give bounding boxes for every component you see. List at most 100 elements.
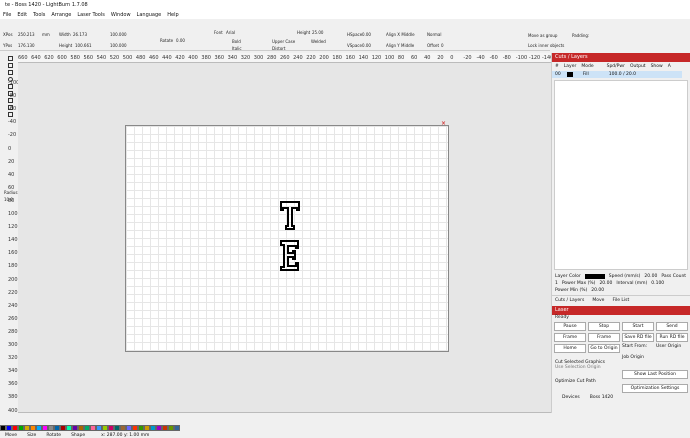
start-from-label: Start From: (622, 344, 648, 349)
select-tool-icon[interactable] (8, 56, 13, 61)
home-frame-button[interactable]: Frame (554, 333, 586, 342)
ruler-left-tick: 160 (8, 250, 18, 257)
menu-edit[interactable]: Edit (17, 12, 27, 18)
ruler-top-tick: 160 (345, 55, 356, 61)
height-input[interactable]: 100.661 (75, 43, 92, 48)
normal-select[interactable]: Normal (427, 32, 441, 37)
start-button[interactable]: Start (622, 322, 654, 331)
upper-case-checkbox[interactable]: Upper Case (272, 39, 295, 44)
ruler-left-tick: 260 (8, 315, 18, 322)
unit-label: mm (42, 32, 50, 37)
text-shapes[interactable] (279, 199, 301, 275)
window-title: te - Boss 1420 - LightBurn 1.7.08 (5, 2, 88, 8)
rotate-input[interactable]: 0.00 (176, 38, 185, 43)
menu-help[interactable]: Help (167, 12, 178, 18)
menu-laser-tools[interactable]: Laser Tools (77, 12, 105, 18)
tab-file-list[interactable]: File List (612, 298, 629, 303)
ruler-top-tick: 0 (450, 55, 454, 61)
run-rd-button[interactable]: Run RD file (656, 333, 688, 342)
stop-button[interactable]: Stop (588, 322, 620, 331)
col-spd: Spd/Pwr (606, 64, 625, 69)
panel-tabs: Cuts / Layers Move File List (552, 295, 690, 305)
device-row: Devices Boss 1420 (552, 393, 690, 402)
hspace-label: HSpace (347, 32, 363, 37)
text-height-label: Height (297, 30, 311, 35)
menu-arrange[interactable]: Arrange (51, 12, 71, 18)
menu-language[interactable]: Language (137, 12, 162, 18)
ruler-left-tick: 340 (8, 368, 18, 375)
ruler-top-tick: -140 (542, 55, 551, 61)
padding-label: Padding: (572, 33, 590, 38)
welded-checkbox[interactable]: Welded (311, 39, 326, 44)
distort-checkbox[interactable]: Distort (272, 46, 286, 51)
send-button[interactable]: Send (656, 322, 688, 331)
device-select[interactable]: Boss 1420 (590, 395, 613, 400)
font-select[interactable]: Arial (226, 30, 235, 35)
palette-swatch[interactable] (174, 425, 180, 431)
frame-button[interactable]: Frame (588, 333, 620, 342)
optimization-settings-button[interactable]: Optimization Settings (622, 384, 688, 393)
ruler-top-tick: -20 (463, 55, 472, 61)
devices-button[interactable]: Devices (562, 395, 580, 400)
menu-bar: File Edit Tools Arrange Laser Tools Wind… (0, 10, 690, 19)
menu-window[interactable]: Window (111, 12, 131, 18)
menu-file[interactable]: File (3, 12, 11, 18)
ruler-left-tick: 240 (8, 302, 18, 309)
pmax-input[interactable]: 20.00 (599, 281, 612, 286)
layer-row[interactable]: 00 Fill 100.0 / 20.0 (552, 71, 682, 78)
layer-mode[interactable]: Fill (583, 72, 589, 77)
status-tab-size[interactable]: Size (27, 433, 36, 438)
col-num: # (555, 64, 559, 69)
status-tab-move[interactable]: Move (5, 433, 17, 438)
col-output: Output (629, 64, 646, 69)
interval-input[interactable]: 0.100 (651, 281, 664, 286)
ruler-top-tick: 640 (31, 55, 41, 61)
width-input[interactable]: 26.173 (73, 32, 87, 37)
ruler-left-tick: 180 (8, 263, 18, 270)
italic-checkbox[interactable]: Italic (232, 46, 242, 51)
speed-input[interactable]: 20.00 (644, 274, 657, 279)
text-height-input[interactable]: 25.00 (312, 30, 323, 35)
home-button[interactable]: Home (554, 344, 586, 353)
pct-width-input[interactable]: 100.000 (110, 32, 127, 37)
pass-input[interactable]: 1 (555, 281, 558, 286)
start-from-select[interactable]: User Origin (656, 344, 688, 353)
bold-checkbox[interactable]: Bold (232, 39, 241, 44)
color-palette (0, 425, 180, 431)
show-last-position-button[interactable]: Show Last Position (622, 370, 688, 379)
ruler-left-tick: -20 (8, 132, 17, 139)
lock-inner-checkbox[interactable]: Lock inner objects (528, 43, 564, 48)
save-rd-button[interactable]: Save RD file (622, 333, 654, 342)
pct-height-input[interactable]: 100.000 (110, 43, 127, 48)
col-air: A (667, 64, 671, 69)
layers-list (554, 80, 688, 270)
ypos-input[interactable]: 176.130 (18, 43, 35, 48)
ruler-top-tick: 660 (18, 55, 28, 61)
xpos-input[interactable]: 250.213 (18, 32, 35, 37)
move-as-group-checkbox[interactable]: Move as group (528, 33, 557, 38)
ruler-top-tick: 240 (293, 55, 303, 61)
hspace-input[interactable]: 0.00 (362, 32, 371, 37)
ruler-top: 660 640 620 600 580 560 540 520 500 480 460 440 420 4… (18, 53, 551, 63)
offset-input[interactable]: 0 (441, 43, 444, 48)
status-tab-shape[interactable]: Shape (71, 433, 85, 438)
layer-color-label: Layer Color (555, 274, 581, 279)
go-to-origin-button[interactable]: Go to Origin (588, 344, 620, 353)
tab-cuts-layers[interactable]: Cuts / Layers (555, 298, 584, 303)
ruler-left-tick: -100 (8, 80, 18, 86)
align-x-select[interactable]: Align X Middle (386, 32, 415, 37)
pass-label: Pass Count (661, 274, 687, 279)
pause-button[interactable]: Pause (554, 322, 586, 331)
menu-tools[interactable]: Tools (33, 12, 45, 18)
align-y-select[interactable]: Align Y Middle (386, 43, 414, 48)
layer-color-swatch[interactable] (584, 274, 605, 279)
width-label: Width (59, 32, 71, 37)
ruler-left-tick: 0 (8, 145, 12, 152)
ruler-top-tick: -120 (528, 55, 541, 61)
status-tab-rotate[interactable]: Rotate (46, 433, 61, 438)
ruler-left-tick: -60 (8, 106, 17, 113)
vspace-input[interactable]: 0.00 (362, 43, 371, 48)
ruler-top-tick: 580 (70, 55, 80, 61)
pmin-input[interactable]: 20.00 (591, 288, 604, 293)
tab-move[interactable]: Move (592, 298, 604, 303)
